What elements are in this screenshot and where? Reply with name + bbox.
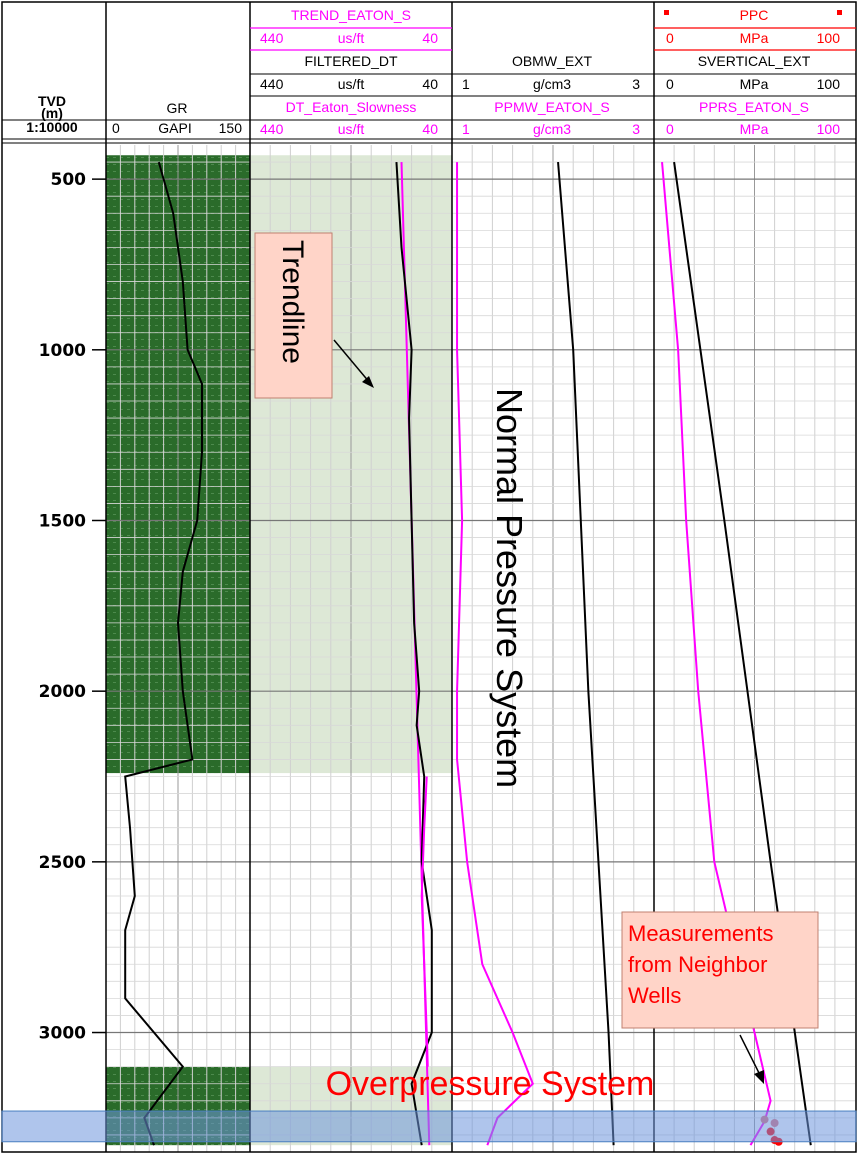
svertical-max: 100 [817, 76, 841, 92]
overpressure-band [1, 1110, 857, 1143]
obmw-max: 3 [632, 76, 640, 92]
depth-axis: 500 1000 1500 2000 2500 3000 [39, 170, 106, 1044]
gr-track-title: GR [167, 100, 188, 116]
gr-max: 150 [219, 120, 243, 136]
dt-eaton-unit: us/ft [338, 121, 365, 137]
ppc-name: PPC [740, 7, 769, 23]
depth-scale: 1:10000 [26, 119, 78, 135]
header: TVD (m) 1:10000 GR 0 GAPI 150 TREND_EATO… [26, 7, 842, 137]
obmw-name: OBMW_EXT [512, 53, 593, 69]
gr-unit: GAPI [158, 120, 191, 136]
depth-label-2500: 2500 [39, 853, 86, 873]
overpressure-band-rect [1, 1110, 857, 1143]
pprs-max: 100 [817, 121, 841, 137]
obmw-unit: g/cm3 [533, 76, 571, 92]
dt-eaton-max: 40 [422, 121, 438, 137]
filtered-dt-min: 440 [260, 76, 284, 92]
ppc-unit: MPa [740, 30, 769, 46]
well-log-svg: TVD (m) 1:10000 GR 0 GAPI 150 TREND_EATO… [1, 1, 857, 1153]
neighbor-wells-text-wrap: Measurements from Neighbor Wells [628, 921, 774, 1008]
trendline-label: Trendline [276, 240, 309, 364]
pprs-min: 0 [666, 121, 674, 137]
ppc-marker-left [664, 10, 669, 15]
well-log-chart: TVD (m) 1:10000 GR 0 GAPI 150 TREND_EATO… [0, 0, 858, 1155]
normal-pressure-label: Normal Pressure System [489, 388, 530, 788]
gr-min: 0 [112, 120, 120, 136]
ppmw-min: 1 [462, 121, 470, 137]
depth-label-1500: 1500 [39, 511, 86, 531]
trend-eaton-name: TREND_EATON_S [291, 7, 411, 23]
ppc-max: 100 [817, 30, 841, 46]
trend-eaton-min: 440 [260, 30, 284, 46]
neighbor-wells-label: Measurements from Neighbor Wells [628, 921, 774, 1008]
svertical-unit: MPa [740, 76, 769, 92]
filtered-dt-max: 40 [422, 76, 438, 92]
ppmw-max: 3 [632, 121, 640, 137]
filtered-dt-unit: us/ft [338, 76, 365, 92]
trend-eaton-max: 40 [422, 30, 438, 46]
overpressure-label: Overpressure System [326, 1065, 655, 1103]
dt-eaton-min: 440 [260, 121, 284, 137]
neighbor-wells-callout: Measurements from Neighbor Wells [621, 911, 819, 1084]
trend-eaton-unit: us/ft [338, 30, 365, 46]
depth-label-2000: 2000 [39, 682, 86, 702]
dt-eaton-name: DT_Eaton_Slowness [286, 99, 417, 115]
ppc-min: 0 [666, 30, 674, 46]
depth-label-3000: 3000 [39, 1024, 86, 1044]
ppc-marker-right [837, 10, 842, 15]
ppmw-unit: g/cm3 [533, 121, 571, 137]
depth-label-500: 500 [51, 170, 87, 190]
neighbor-wells-arrowhead [754, 1070, 764, 1084]
pprs-name: PPRS_EATON_S [699, 99, 809, 115]
ppmw-name: PPMW_EATON_S [494, 99, 609, 115]
obmw-min: 1 [462, 76, 470, 92]
svertical-name: SVERTICAL_EXT [698, 53, 811, 69]
depth-label-1000: 1000 [39, 341, 86, 361]
curve-obmw-ext [557, 161, 615, 1146]
svertical-min: 0 [666, 76, 674, 92]
filtered-dt-name: FILTERED_DT [304, 53, 398, 69]
pprs-unit: MPa [740, 121, 769, 137]
